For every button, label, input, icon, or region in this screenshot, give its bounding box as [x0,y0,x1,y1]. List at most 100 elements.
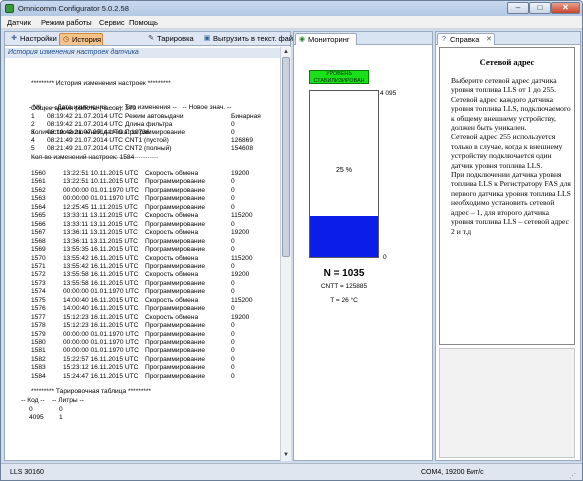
scroll-up-icon[interactable]: ▲ [282,48,290,56]
app-icon [5,4,14,13]
cell-type: CNT1 (пустой) [125,137,169,145]
monitoring-tabs: ◉ Мониторинг [294,32,432,45]
cell-date: 13:33:11 13.11.2015 UTC [63,220,138,228]
cell-date: 00:00:00 01.01.1970 UTC [63,339,139,346]
cell-n: 5 [31,145,35,153]
cell-value: 115200 [231,254,253,262]
n-value: N = 1035 [323,268,365,279]
cell-type: Программирование [145,347,205,355]
cell-n: 3 [31,129,35,137]
menu-mode[interactable]: Режим работы [41,18,92,27]
window-title: Omnicomm Configurator 5.0.2.58 [18,4,129,13]
help-title: Сетевой адрес [479,57,535,67]
monitor-icon: ◉ [298,36,306,43]
cell-date: 08:19:42 21.07.2014 UTC [47,113,123,120]
tab-monitoring[interactable]: ◉ Мониторинг [295,33,357,45]
minimize-button[interactable]: – [507,2,529,14]
cell-n: 1564 [31,203,46,211]
cell-date: 12:25:45 11.11.2015 UTC [63,203,138,211]
help-content: Сетевой адрес Выберите сетевой адрес дат… [439,47,575,345]
cell-date: 13:55:58 16.11.2015 UTC [63,271,139,279]
close-tab-icon[interactable]: ✕ [486,34,492,45]
cell-value: 0 [231,237,235,245]
cell-type: Программирование [145,364,205,372]
cell-date: 08:19:42 21.07.2014 UTC [47,121,123,129]
cell-type: Программирование [145,339,205,346]
cell-n: 1562 [31,186,46,194]
cell-liters: 1 [59,414,63,422]
cell-value: 0 [231,121,235,129]
help-text: Выберите сетевой адрес датчика уровня то… [451,76,571,236]
cell-type: Программирование [145,372,205,380]
resize-grip-icon[interactable]: ⋰ [569,472,579,480]
cell-value: 0 [231,195,235,203]
cell-date: 15:12:23 16.11.2015 UTC [63,313,139,321]
title-bar[interactable]: Omnicomm Configurator 5.0.2.58 – □ ✕ [1,1,582,16]
save-icon: ▣ [203,35,211,42]
cell-n: 1567 [31,229,46,237]
history-scrollbar[interactable]: ▲ ▼ [280,47,291,461]
cell-n: 1575 [31,296,46,304]
scroll-down-icon[interactable]: ▼ [282,451,290,459]
menu-sensor[interactable]: Датчик [7,18,31,27]
tab-help[interactable]: ? Справка ✕ [437,33,495,45]
status-indicator: УРОВЕНЬ СТАБИЛИЗИРОВАН [309,70,369,84]
cell-n: 1578 [31,322,46,330]
cell-value: 0 [231,129,235,137]
cell-date: 08:19:42 21.07.2014 UTC [47,129,123,137]
cell-type: Программирование [145,305,205,313]
cell-n: 1568 [31,237,46,245]
tab-history-label: История [72,35,102,44]
cell-type: Скорость обмена [145,229,199,237]
cell-value: 0 [231,246,235,254]
cell-date: 13:55:58 16.11.2015 UTC [63,279,139,287]
cell-n: 1581 [31,347,46,355]
calibration-label: Тарировка [157,34,194,43]
cell-date: 13:33:11 13.11.2015 UTC [63,212,138,220]
cell-liters: 0 [59,406,63,413]
close-button[interactable]: ✕ [551,2,580,14]
cell-n: 1563 [31,195,46,203]
tab-settings[interactable]: ✚ Настройки [8,33,58,45]
tab-monitoring-label: Мониторинг [308,35,350,44]
menu-help[interactable]: Помощь [129,18,158,27]
status-bar: LLS 30160 COM4, 19200 Бит/с ⋰ [1,463,582,480]
monitoring-pane: ◉ Мониторинг УРОВЕНЬ СТАБИЛИЗИРОВАН 25 %… [293,31,433,461]
cell-date: 15:22:57 16.11.2015 UTC [63,355,139,363]
scroll-thumb[interactable] [282,57,290,257]
maximize-button[interactable]: □ [529,2,551,14]
export-label: Выгрузить в текст. файл [213,34,298,43]
cell-value: 0 [231,186,235,194]
cell-n: 1560 [31,170,46,177]
cell-type: Программирование [125,129,185,137]
menu-service[interactable]: Сервис [99,18,125,27]
cell-type: Скорость обмена [145,254,199,262]
cell-date: 00:00:00 01.01.1970 UTC [63,186,139,194]
cell-date: 00:00:00 01.01.1970 UTC [63,195,139,203]
cell-n: 1583 [31,364,46,372]
calibration-header: -- Код -- -- Литры -- [21,397,84,404]
cell-type: Программирование [145,330,205,338]
cell-type: Скорость обмена [145,313,199,321]
cell-date: 08:21:49 21.07.2014 UTC [47,137,123,145]
tab-settings-label: Настройки [20,34,57,43]
cell-value: 154608 [231,145,254,153]
cell-n: 1569 [31,246,46,254]
status-label: УРОВЕНЬ СТАБИЛИЗИРОВАН [313,71,365,84]
calibration-title: ********* Тарировочная таблица ********* [31,388,152,395]
cell-n: 1579 [31,330,46,338]
cell-type: Программирование [145,178,205,186]
calibration-button[interactable]: ✎ Тарировка [145,33,195,45]
export-button[interactable]: ▣ Выгрузить в текст. файл [201,33,298,45]
wrench-icon: ✚ [11,35,17,42]
tab-history[interactable]: ◷ История [59,33,103,45]
cell-date: 08:21:49 21.07.2014 UTC [47,145,123,153]
cell-type: Длина фильтра [125,121,173,129]
cell-value: 0 [231,322,235,330]
cell-date: 13:55:35 16.11.2015 UTC [63,246,139,254]
cell-type: Программирование [145,237,205,245]
cell-type: Программирование [145,220,205,228]
cell-value: 0 [231,262,235,270]
cell-type: Режим автовыдачи [125,113,184,120]
cell-value: 126869 [231,137,254,145]
